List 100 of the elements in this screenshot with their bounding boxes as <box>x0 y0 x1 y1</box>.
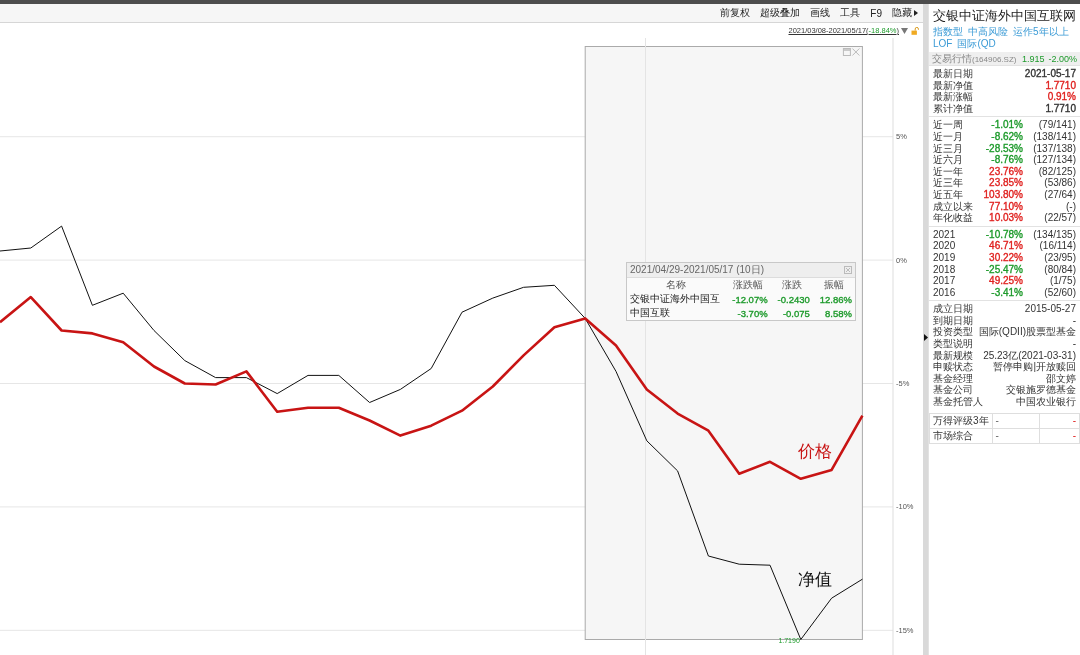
field-label: 基金经理 <box>933 372 973 385</box>
period-label: 成立以来 <box>933 200 974 213</box>
field-label: 最新日期 <box>933 68 973 80</box>
field-label: 最新规模 <box>933 349 973 361</box>
rank-value: (27/64) <box>1043 188 1076 201</box>
toolbar-button[interactable]: 画线 <box>809 6 832 20</box>
field-value: 国际(QDII)股票型基金 <box>978 326 1076 339</box>
toolbar-button[interactable]: 超级叠加 <box>759 6 802 20</box>
rank-value: (22/57) <box>1043 212 1076 224</box>
rank-value: (1/75) <box>1048 275 1076 287</box>
table-cell: - <box>992 413 1040 429</box>
return-value: 23.76% <box>988 165 1023 178</box>
return-value: -1.01% <box>990 119 1023 131</box>
return-value: 49.25% <box>988 275 1023 287</box>
rank-value: (16/114) <box>1038 240 1076 252</box>
expand-arrow-icon[interactable] <box>923 334 928 341</box>
year-label: 2017 <box>933 275 957 287</box>
table-cell-text: -3.70% <box>736 306 769 320</box>
quote-price: 1.915 <box>1021 53 1045 64</box>
table-cell: 市场综合 <box>929 428 993 444</box>
lock-icon[interactable] <box>911 26 919 35</box>
field-value: 2015-05-27 <box>1024 303 1076 315</box>
field-label: 累计净值 <box>933 102 973 115</box>
close-icon[interactable] <box>851 48 860 56</box>
field-label: 基金托管人 <box>933 396 983 408</box>
field-label: 成立日期 <box>933 303 973 315</box>
rank-value: (137/138) <box>1032 142 1076 155</box>
field-value: 中国农业银行 <box>1016 396 1076 408</box>
rank-value: (23/95) <box>1043 251 1076 264</box>
toolbar-button[interactable]: 工具 <box>839 6 862 20</box>
field-value: 邵文婷 <box>1046 372 1076 385</box>
table-cell: - <box>1039 413 1080 429</box>
toolbar-button[interactable]: 隐藏 <box>891 6 919 20</box>
close-icon[interactable] <box>844 266 852 274</box>
field-value: 25.23亿(2021-03-31) <box>983 349 1076 362</box>
return-value: 23.85% <box>988 177 1023 189</box>
table-cell: - <box>992 428 1040 444</box>
rank-value: (127/134) <box>1032 154 1076 166</box>
field-value: 1.7710 <box>1045 79 1076 92</box>
table-cell: 万得评级3年 <box>929 413 993 429</box>
period-label: 年化收益 <box>933 212 974 224</box>
table-cell-text: -12.07% <box>731 292 769 306</box>
return-value: -8.62% <box>990 130 1023 143</box>
field-value: 暂停申购|开放赎回 <box>993 361 1076 373</box>
field-value: - <box>1072 314 1076 327</box>
table-cell: - <box>1039 428 1080 444</box>
dropdown-icon[interactable] <box>901 27 908 34</box>
table-cell-text: 8.58% <box>824 306 853 320</box>
column-header: 名称 <box>665 278 687 292</box>
table-cell-text: 中国互联 <box>629 306 671 320</box>
year-label: 2019 <box>933 251 957 264</box>
field-value: 2021-05-17 <box>1024 68 1076 80</box>
rank-value: (138/141) <box>1032 130 1076 143</box>
field-label: 基金公司 <box>933 384 973 397</box>
series-label: 净值 <box>797 570 832 590</box>
year-label: 2016 <box>933 286 957 299</box>
rank-value: (134/135) <box>1032 228 1076 241</box>
return-value: 46.71% <box>988 240 1023 252</box>
period-label: 近一年 <box>933 165 964 178</box>
field-label: 投资类型 <box>933 326 973 339</box>
return-value: 30.22% <box>988 251 1023 264</box>
rank-value: (80/84) <box>1043 263 1076 276</box>
return-value: -3.41% <box>990 286 1023 299</box>
return-value: -10.78% <box>984 228 1023 241</box>
period-label: 近三月 <box>933 142 964 154</box>
table-cell-text: -0.2430 <box>776 292 811 306</box>
caret-icon <box>914 10 918 16</box>
return-value: 10.03% <box>988 212 1023 224</box>
year-label: 2020 <box>933 240 957 252</box>
period-label: 近六月 <box>933 154 964 166</box>
return-value: -28.53% <box>984 142 1023 155</box>
toolbar-button[interactable]: 前复权 <box>719 6 752 20</box>
restore-icon[interactable] <box>842 48 852 56</box>
rank-value: (79/141) <box>1037 119 1076 131</box>
table-cell-text: -0.075 <box>781 306 811 320</box>
toolbar-button[interactable]: F9 <box>869 6 883 20</box>
year-label: 2021 <box>933 228 957 241</box>
year-label: 2018 <box>933 263 957 276</box>
stats-title: 2021/04/29-2021/05/17 (10日) <box>630 263 764 277</box>
return-value: -8.76% <box>990 154 1023 166</box>
fund-title: 交银中证海外中国互联网 <box>932 8 1077 25</box>
column-header: 涨跌 <box>780 278 803 292</box>
rank-value: (52/60) <box>1043 286 1076 299</box>
rank-value: (-) <box>1065 200 1076 213</box>
field-label: 最新涨幅 <box>933 91 973 103</box>
field-label: 到期日期 <box>933 314 973 327</box>
quote-change: -2.00% <box>1048 53 1077 64</box>
column-header: 涨跌幅 <box>731 278 764 292</box>
field-label: 类型说明 <box>933 338 973 350</box>
series-label: 价格 <box>797 441 832 461</box>
field-value: - <box>1072 338 1076 350</box>
table-cell-text: 交银中证海外中国互 <box>629 292 721 306</box>
field-value: 1.7710 <box>1045 102 1076 115</box>
rank-value: (53/86) <box>1043 177 1076 189</box>
rank-value: (82/125) <box>1037 165 1076 178</box>
field-label: 申赎状态 <box>933 361 973 373</box>
period-label: 近五年 <box>933 188 964 201</box>
column-header: 振幅 <box>822 278 845 292</box>
period-label: 近一月 <box>933 130 964 143</box>
return-value: -25.47% <box>984 263 1023 276</box>
